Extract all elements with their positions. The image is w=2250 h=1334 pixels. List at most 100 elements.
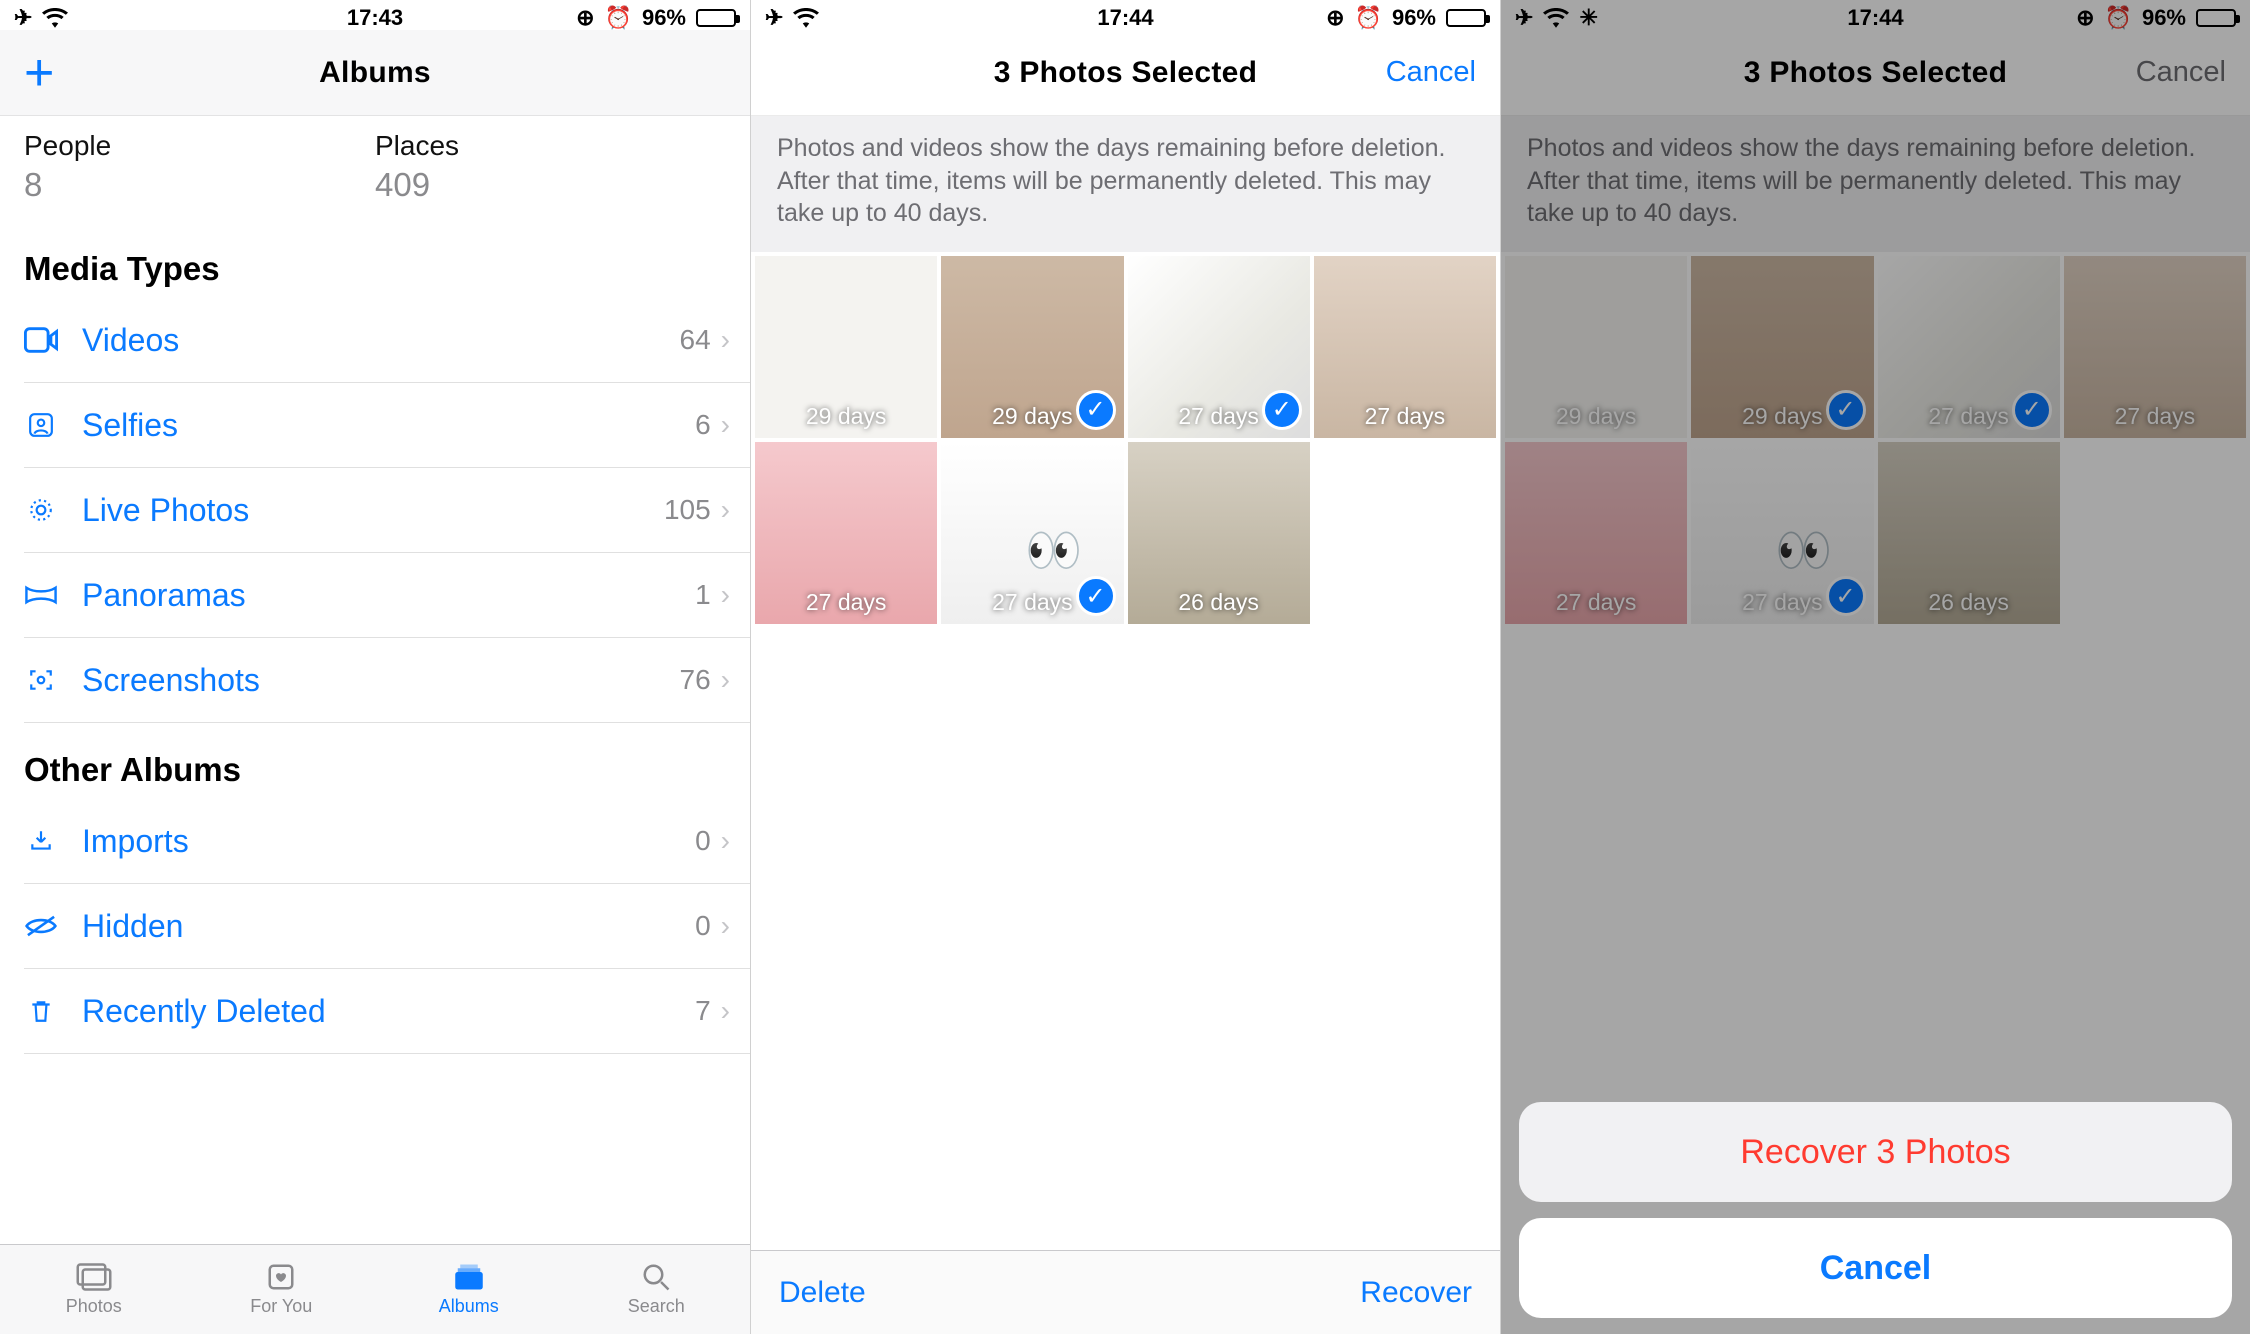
places-label: Places	[375, 130, 726, 162]
row-count: 7	[695, 995, 711, 1027]
chevron-right-icon: ›	[721, 494, 730, 526]
orientation-lock-icon: ⊕	[576, 5, 594, 31]
action-sheet: Recover 3 Photos Cancel	[1519, 1086, 2232, 1318]
status-time: 17:43	[347, 5, 403, 31]
battery-pct: 96%	[642, 5, 686, 31]
bottom-toolbar: Delete Recover	[751, 1250, 1500, 1334]
photo-thumb[interactable]: 27 days	[1314, 256, 1496, 438]
selfie-icon	[24, 412, 82, 438]
row-live-photos[interactable]: Live Photos 105 ›	[24, 468, 750, 553]
live-photos-icon	[24, 497, 82, 523]
sheet-cancel-button[interactable]: Cancel	[1519, 1218, 2232, 1318]
tab-for-you[interactable]: For You	[188, 1245, 376, 1334]
section-other-albums: Other Albums	[0, 723, 750, 799]
tab-search[interactable]: Search	[563, 1245, 751, 1334]
photo-grid: 29 days29 days✓27 days✓27 days27 days27 …	[751, 252, 1500, 629]
row-label: Screenshots	[82, 662, 680, 699]
selection-navbar: 3 Photos Selected Cancel	[751, 30, 1500, 116]
row-label: Hidden	[82, 908, 695, 945]
row-count: 64	[680, 324, 711, 356]
chevron-right-icon: ›	[721, 825, 730, 857]
trash-icon	[24, 998, 82, 1024]
screenshot-icon	[24, 667, 82, 693]
tab-photos[interactable]: Photos	[0, 1245, 188, 1334]
row-selfies[interactable]: Selfies 6 ›	[24, 383, 750, 468]
places-count: 409	[375, 166, 726, 204]
row-label: Selfies	[82, 407, 695, 444]
row-label: Videos	[82, 322, 680, 359]
row-hidden[interactable]: Hidden 0 ›	[24, 884, 750, 969]
airplane-icon: ✈︎	[14, 5, 32, 31]
orientation-lock-icon: ⊕	[1326, 5, 1344, 31]
row-panoramas[interactable]: Panoramas 1 ›	[24, 553, 750, 638]
tab-label: Photos	[66, 1296, 122, 1317]
selection-pane: ✈︎ 17:44 ⊕ ⏰ 96% 3 Photos Selected Cance…	[750, 0, 1500, 1334]
row-label: Live Photos	[82, 492, 664, 529]
photo-thumb[interactable]: 26 days	[1128, 442, 1310, 624]
days-remaining-label: 29 days	[755, 403, 937, 430]
photo-thumb[interactable]: 27 days✓	[1128, 256, 1310, 438]
tab-label: For You	[250, 1296, 312, 1317]
photo-thumb[interactable]: 27 days👀✓	[941, 442, 1123, 624]
battery-icon	[1446, 9, 1486, 27]
albums-pane: ✈︎ 17:43 ⊕ ⏰ 96% + Albums People 8 Place…	[0, 0, 750, 1334]
albums-navbar: + Albums	[0, 30, 750, 116]
chevron-right-icon: ›	[721, 995, 730, 1027]
days-remaining-label: 27 days	[755, 589, 937, 616]
selected-checkmark-icon: ✓	[1076, 576, 1116, 616]
photo-thumb[interactable]: 27 days	[755, 442, 937, 624]
people-label: People	[24, 130, 375, 162]
action-sheet-pane: ✈︎ ✳︎ 17:44 ⊕ ⏰ 96% 3 Photos Selected Ca…	[1500, 0, 2250, 1334]
chevron-right-icon: ›	[721, 910, 730, 942]
row-count: 76	[680, 664, 711, 696]
row-imports[interactable]: Imports 0 ›	[24, 799, 750, 884]
for-you-icon	[264, 1262, 298, 1292]
albums-content: People 8 Places 409 Media Types Videos 6…	[0, 116, 750, 1244]
battery-pct: 96%	[1392, 5, 1436, 31]
row-count: 0	[695, 825, 711, 857]
albums-icon	[450, 1262, 488, 1292]
selected-checkmark-icon: ✓	[1076, 390, 1116, 430]
row-screenshots[interactable]: Screenshots 76 ›	[24, 638, 750, 723]
battery-icon	[696, 9, 736, 27]
tab-albums[interactable]: Albums	[375, 1245, 563, 1334]
delete-button[interactable]: Delete	[779, 1276, 866, 1310]
hidden-icon	[24, 913, 82, 939]
recover-button[interactable]: Recover	[1360, 1276, 1472, 1310]
row-label: Imports	[82, 823, 695, 860]
chevron-right-icon: ›	[721, 324, 730, 356]
tab-label: Albums	[439, 1296, 499, 1317]
status-bar: ✈︎ 17:43 ⊕ ⏰ 96%	[0, 0, 750, 30]
row-label: Recently Deleted	[82, 993, 695, 1030]
nav-title: Albums	[319, 56, 431, 90]
row-count: 6	[695, 409, 711, 441]
row-videos[interactable]: Videos 64 ›	[24, 298, 750, 383]
row-count: 0	[695, 910, 711, 942]
search-icon	[640, 1262, 672, 1292]
alarm-icon: ⏰	[605, 5, 632, 31]
alarm-icon: ⏰	[1355, 5, 1382, 31]
photos-icon	[75, 1262, 113, 1292]
chevron-right-icon: ›	[721, 579, 730, 611]
people-count: 8	[24, 166, 375, 204]
row-count: 105	[664, 494, 711, 526]
chevron-right-icon: ›	[721, 409, 730, 441]
days-remaining-label: 26 days	[1128, 589, 1310, 616]
selected-checkmark-icon: ✓	[1262, 390, 1302, 430]
video-icon	[24, 327, 82, 353]
nav-title: 3 Photos Selected	[994, 56, 1258, 90]
panorama-icon	[24, 582, 82, 608]
tab-label: Search	[628, 1296, 685, 1317]
tab-bar: Photos For You Albums Search	[0, 1244, 750, 1334]
photo-thumb[interactable]: 29 days	[755, 256, 937, 438]
status-bar: ✈︎ 17:44 ⊕ ⏰ 96%	[751, 0, 1500, 30]
cancel-button[interactable]: Cancel	[1386, 56, 1476, 89]
media-types-list: Videos 64 › Selfies 6 › Live Photos 105 …	[0, 298, 750, 723]
photo-thumb[interactable]: 29 days✓	[941, 256, 1123, 438]
wifi-icon	[793, 8, 819, 28]
recover-photos-button[interactable]: Recover 3 Photos	[1519, 1102, 2232, 1202]
row-recently-deleted[interactable]: Recently Deleted 7 ›	[24, 969, 750, 1054]
status-time: 17:44	[1097, 5, 1153, 31]
wifi-icon	[42, 8, 68, 28]
row-label: Panoramas	[82, 577, 695, 614]
